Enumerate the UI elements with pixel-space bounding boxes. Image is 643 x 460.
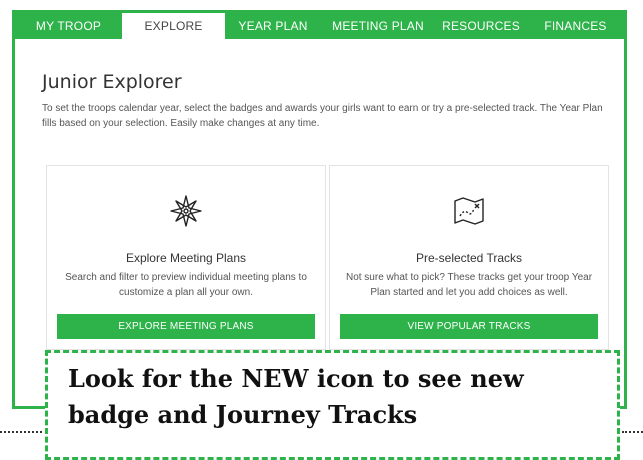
view-popular-tracks-button[interactable]: VIEW POPULAR TRACKS xyxy=(340,314,598,339)
compass-star-icon xyxy=(169,194,203,228)
new-icon-callout: Look for the NEW icon to see new badge a… xyxy=(45,350,620,460)
callout-text: Look for the NEW icon to see new badge a… xyxy=(68,364,524,429)
card-title: Pre-selected Tracks xyxy=(415,251,523,265)
card-title: Explore Meeting Plans xyxy=(125,251,247,265)
tab-my-troop[interactable]: MY TROOP xyxy=(15,13,122,39)
explore-meeting-plans-card: Explore Meeting Plans Search and filter … xyxy=(46,165,326,350)
tab-year-plan[interactable]: YEAR PLAN xyxy=(225,13,321,39)
tab-resources[interactable]: RESOURCES xyxy=(435,13,527,39)
main-nav: MY TROOP EXPLORE YEAR PLAN MEETING PLAN … xyxy=(15,13,624,39)
page-title: Junior Explorer xyxy=(42,71,182,93)
tab-explore[interactable]: EXPLORE xyxy=(122,13,225,39)
dotted-line-left xyxy=(0,431,42,433)
treasure-map-icon xyxy=(452,194,486,228)
pre-selected-tracks-card: Pre-selected Tracks Not sure what to pic… xyxy=(329,165,609,350)
tab-finances[interactable]: FINANCES xyxy=(527,13,624,39)
card-description: Search and filter to preview individual … xyxy=(65,272,307,298)
dotted-line-right xyxy=(622,431,643,433)
card-description: Not sure what to pick? These tracks get … xyxy=(345,272,593,298)
tab-meeting-plan[interactable]: MEETING PLAN xyxy=(321,13,435,39)
explore-meeting-plans-button[interactable]: EXPLORE MEETING PLANS xyxy=(57,314,315,339)
page-description: To set the troops calendar year, select … xyxy=(42,103,603,129)
